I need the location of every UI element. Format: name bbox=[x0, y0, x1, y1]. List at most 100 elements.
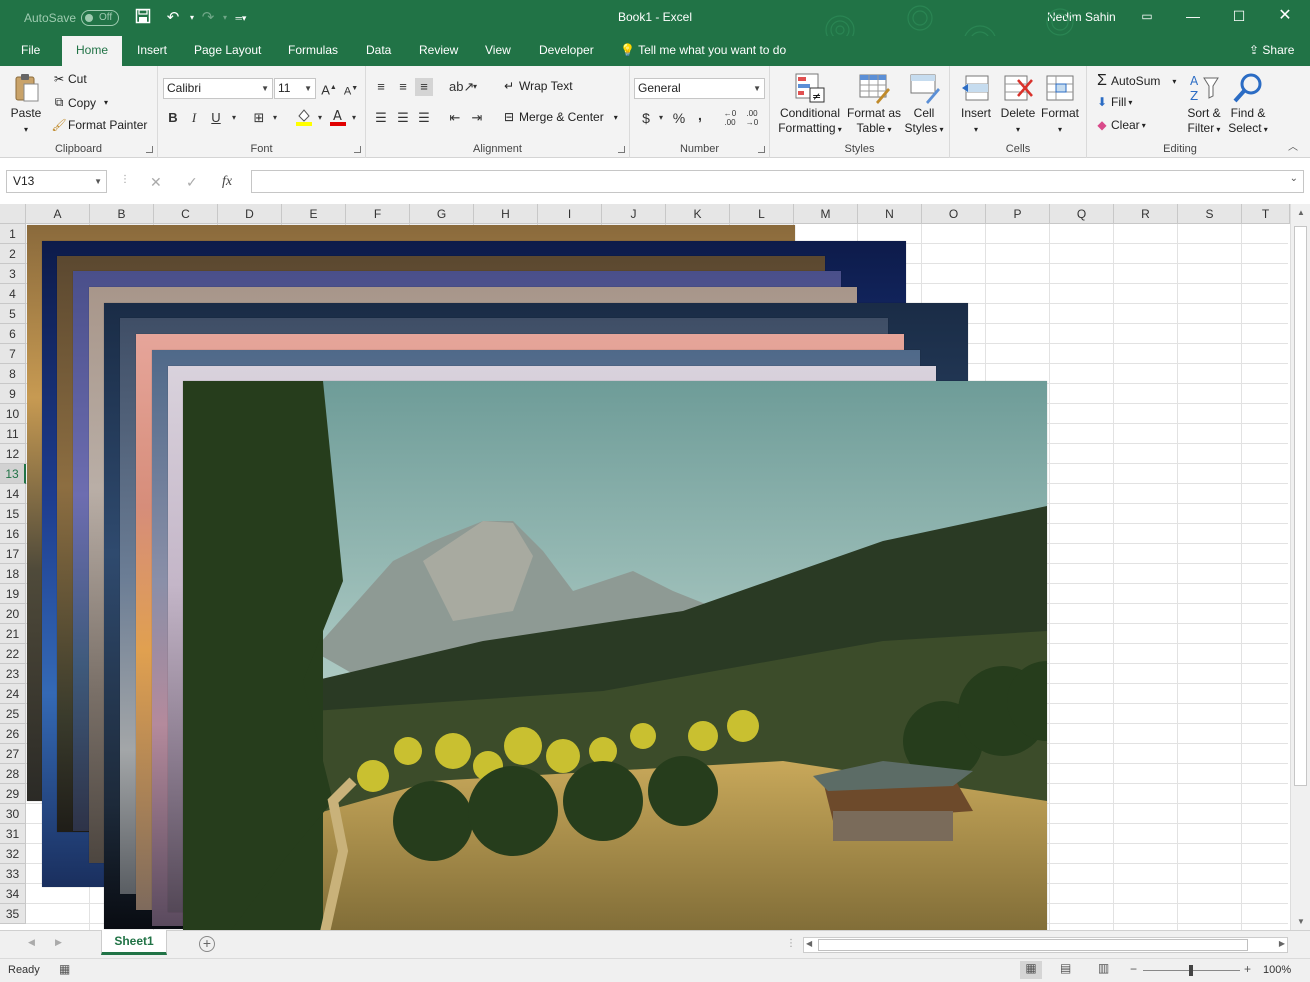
column-header[interactable]: F bbox=[346, 204, 410, 224]
share-button[interactable]: ⇪ Share bbox=[1249, 36, 1294, 66]
row-header[interactable]: 29 bbox=[0, 784, 26, 804]
decrease-font-size-icon[interactable]: A▼ bbox=[342, 80, 360, 98]
row-header[interactable]: 14 bbox=[0, 484, 26, 504]
row-header[interactable]: 3 bbox=[0, 264, 26, 284]
column-header[interactable]: G bbox=[410, 204, 474, 224]
increase-font-size-icon[interactable]: A▲ bbox=[320, 79, 338, 97]
middle-align-icon[interactable]: ≡ bbox=[394, 78, 412, 96]
zoom-out-icon[interactable]: − bbox=[1130, 962, 1137, 976]
decrease-decimal-icon[interactable]: .00 →0 bbox=[743, 109, 761, 127]
fill-color-dropdown-icon[interactable]: ▾ bbox=[311, 109, 329, 127]
tab-formulas[interactable]: Formulas bbox=[280, 36, 346, 66]
column-header[interactable]: C bbox=[154, 204, 218, 224]
cancel-entry-icon[interactable]: ✕ bbox=[150, 174, 162, 191]
clear-button[interactable]: ◆ Clear ▾ bbox=[1093, 118, 1145, 132]
increase-indent-icon[interactable]: ⇥ bbox=[468, 109, 486, 127]
align-right-icon[interactable]: ☰ bbox=[415, 109, 433, 127]
orientation-dropdown-icon[interactable]: ▾ bbox=[466, 78, 484, 96]
font-name-combo[interactable]: Calibri ▼ bbox=[163, 78, 273, 99]
page-layout-view-icon[interactable]: ▤ bbox=[1060, 961, 1071, 975]
number-format-combo[interactable]: General ▼ bbox=[634, 78, 765, 99]
scroll-left-icon[interactable]: ◀ bbox=[806, 939, 812, 948]
customize-qat-icon[interactable]: ═▾ bbox=[231, 8, 251, 28]
tab-split-handle-icon[interactable]: ⋮ bbox=[786, 938, 796, 949]
bold-button[interactable]: B bbox=[164, 109, 182, 127]
number-dialog-launcher[interactable] bbox=[758, 146, 765, 153]
column-header[interactable]: E bbox=[282, 204, 346, 224]
sheet-tab-sheet1[interactable]: Sheet1 bbox=[101, 930, 167, 955]
underline-dropdown-icon[interactable]: ▾ bbox=[225, 109, 243, 127]
row-header[interactable]: 2 bbox=[0, 244, 26, 264]
zoom-slider-thumb[interactable] bbox=[1189, 965, 1193, 976]
normal-view-icon[interactable]: ▦ bbox=[1020, 961, 1042, 979]
cell-styles-button[interactable]: Cell Styles ▾ bbox=[902, 72, 946, 137]
format-painter-button[interactable]: 🖌 Format Painter bbox=[50, 118, 147, 132]
zoom-in-icon[interactable]: + bbox=[1244, 962, 1251, 976]
row-header[interactable]: 27 bbox=[0, 744, 26, 764]
close-icon[interactable]: ✕ bbox=[1262, 0, 1308, 32]
autosum-button[interactable]: Σ AutoSum ▾ bbox=[1093, 72, 1176, 90]
column-header[interactable]: J bbox=[602, 204, 666, 224]
row-header[interactable]: 19 bbox=[0, 584, 26, 604]
clipboard-dialog-launcher[interactable] bbox=[146, 146, 153, 153]
macro-record-icon[interactable]: ▦ bbox=[59, 962, 70, 976]
top-align-icon[interactable]: ≡ bbox=[372, 78, 390, 96]
format-cells-button[interactable]: Format ▾ bbox=[1040, 72, 1080, 137]
row-header[interactable]: 12 bbox=[0, 444, 26, 464]
column-header[interactable]: P bbox=[986, 204, 1050, 224]
insert-function-icon[interactable]: fx bbox=[222, 174, 232, 190]
row-header[interactable]: 23 bbox=[0, 664, 26, 684]
percent-style-icon[interactable]: % bbox=[670, 109, 688, 127]
underline-button[interactable]: U bbox=[207, 109, 225, 127]
row-header[interactable]: 32 bbox=[0, 844, 26, 864]
row-header[interactable]: 33 bbox=[0, 864, 26, 884]
column-header[interactable]: A bbox=[26, 204, 90, 224]
row-header[interactable]: 24 bbox=[0, 684, 26, 704]
column-header[interactable]: M bbox=[794, 204, 858, 224]
tell-me-search[interactable]: 💡 Tell me what you want to do bbox=[620, 36, 786, 66]
prev-sheet-icon[interactable]: ◀ bbox=[28, 937, 35, 948]
row-header[interactable]: 1 bbox=[0, 224, 26, 244]
column-header[interactable]: I bbox=[538, 204, 602, 224]
font-size-combo[interactable]: 11 ▼ bbox=[274, 78, 316, 99]
zoom-slider[interactable] bbox=[1143, 965, 1240, 976]
column-header[interactable]: S bbox=[1178, 204, 1242, 224]
find-select-button[interactable]: Find & Select ▾ bbox=[1226, 72, 1270, 137]
tab-insert[interactable]: Insert bbox=[129, 36, 175, 66]
sort-filter-button[interactable]: AZ Sort & Filter ▾ bbox=[1184, 72, 1224, 137]
row-header[interactable]: 17 bbox=[0, 544, 26, 564]
orientation-icon[interactable]: ab↗ bbox=[449, 78, 474, 96]
column-header[interactable]: H bbox=[474, 204, 538, 224]
name-box[interactable]: V13 ▼ bbox=[6, 170, 107, 193]
row-header[interactable]: 30 bbox=[0, 804, 26, 824]
accounting-dropdown-icon[interactable]: ▾ bbox=[652, 109, 670, 127]
font-color-dropdown-icon[interactable]: ▾ bbox=[345, 109, 363, 127]
alignment-dialog-launcher[interactable] bbox=[618, 146, 625, 153]
row-header[interactable]: 16 bbox=[0, 524, 26, 544]
save-icon[interactable] bbox=[133, 8, 153, 28]
vertical-scroll-thumb[interactable] bbox=[1294, 226, 1307, 786]
delete-cells-button[interactable]: Delete ▾ bbox=[998, 72, 1038, 137]
vertical-scrollbar[interactable]: ▲ ▼ bbox=[1290, 204, 1310, 930]
row-header[interactable]: 28 bbox=[0, 764, 26, 784]
tab-page-layout[interactable]: Page Layout bbox=[186, 36, 269, 66]
select-all-corner[interactable] bbox=[0, 204, 26, 224]
tab-file[interactable]: File bbox=[13, 36, 48, 66]
row-header[interactable]: 25 bbox=[0, 704, 26, 724]
page-break-preview-icon[interactable]: ▥ bbox=[1098, 961, 1109, 975]
merge-center-button[interactable]: ⊟ Merge & Center ▾ bbox=[499, 110, 618, 124]
autosave-toggle[interactable]: Off bbox=[81, 10, 119, 26]
column-header[interactable]: L bbox=[730, 204, 794, 224]
tab-review[interactable]: Review bbox=[411, 36, 466, 66]
row-header[interactable]: 15 bbox=[0, 504, 26, 524]
row-header[interactable]: 6 bbox=[0, 324, 26, 344]
formula-input[interactable]: ⌄ bbox=[251, 170, 1304, 193]
column-header[interactable]: B bbox=[90, 204, 154, 224]
column-header[interactable]: Q bbox=[1050, 204, 1114, 224]
tab-view[interactable]: View bbox=[477, 36, 519, 66]
maximize-icon[interactable]: ☐ bbox=[1216, 0, 1262, 32]
decrease-indent-icon[interactable]: ⇤ bbox=[446, 109, 464, 127]
tab-home[interactable]: Home bbox=[62, 36, 122, 66]
column-header[interactable]: T bbox=[1242, 204, 1290, 224]
row-header[interactable]: 26 bbox=[0, 724, 26, 744]
